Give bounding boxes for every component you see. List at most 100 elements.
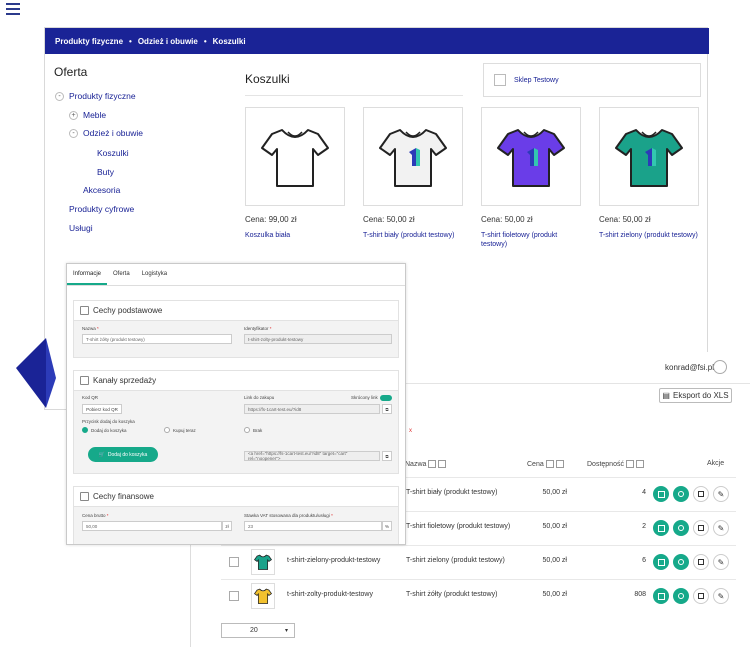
edit-icon[interactable]: ✎ xyxy=(713,554,729,570)
tab-logistyka[interactable]: Logistyka xyxy=(136,264,173,285)
short-link-toggle[interactable] xyxy=(380,395,392,401)
tab-oferta[interactable]: Oferta xyxy=(107,264,136,285)
add-to-cart-button[interactable]: 🛒 Dodaj do koszyka xyxy=(88,447,158,462)
edit-icon[interactable]: ✎ xyxy=(713,486,729,502)
breadcrumb-item[interactable]: Produkty fizyczne xyxy=(55,37,123,46)
table-row[interactable]: t-shirt-zielony-produkt-testowy T-shirt … xyxy=(221,545,736,579)
gross-price-field[interactable]: 50,00 xyxy=(82,521,222,531)
product-card[interactable]: Cena: 50,00 zł T-shirt zielony (produkt … xyxy=(599,107,699,240)
edit-icon[interactable]: ✎ xyxy=(713,588,729,604)
name-field[interactable]: T-shirt żółty (produkt testowy) xyxy=(82,334,232,344)
collapse-icon[interactable]: - xyxy=(55,91,64,101)
tshirt-icon xyxy=(615,128,683,187)
radio-add-to-cart[interactable]: Dodaj do koszyka xyxy=(82,427,127,433)
copy-icon[interactable] xyxy=(693,520,709,536)
export-xls-button[interactable]: ▤ Eksport do XLS xyxy=(659,388,732,403)
breadcrumb-item[interactable]: Odzież i obuwie xyxy=(138,37,198,46)
embed-code-field[interactable]: <a href="https://fs-1cart-test.eu/?id8" … xyxy=(244,451,380,461)
link-icon[interactable] xyxy=(673,554,689,570)
copy-icon[interactable]: ⧉ xyxy=(382,451,392,461)
product-card[interactable]: Cena: 50,00 zł T-shirt fioletowy (produk… xyxy=(481,107,581,249)
link-icon[interactable] xyxy=(673,520,689,536)
sidebar-item-label: Buty xyxy=(97,167,115,177)
card-header: Cechy podstawowe xyxy=(74,301,398,321)
copy-icon[interactable] xyxy=(693,486,709,502)
sort-icon[interactable] xyxy=(545,460,554,468)
product-name[interactable]: Koszulka biała xyxy=(245,231,345,240)
decorative-shape xyxy=(16,338,56,408)
link-icon[interactable] xyxy=(673,588,689,604)
sidebar-item-uslugi[interactable]: Usługi xyxy=(69,223,93,233)
vat-field[interactable]: 23 xyxy=(244,521,382,531)
breadcrumb-item[interactable]: Koszulki xyxy=(213,37,246,46)
qr-code-icon[interactable] xyxy=(653,554,669,570)
table-row[interactable]: t-shirt-zolty-produkt-testowy T-shirt żó… xyxy=(221,579,736,613)
sidebar-item-produkty-fizyczne[interactable]: - Produkty fizyczne xyxy=(55,91,136,101)
sort-icon[interactable] xyxy=(625,460,634,468)
product-name[interactable]: T-shirt zielony (produkt testowy) xyxy=(599,231,699,240)
qr-code-icon[interactable] xyxy=(653,588,669,604)
vat-label: Stawka VAT stosowana dla produktu/usługi… xyxy=(244,513,333,518)
sidebar-item-odziez[interactable]: - Odzież i obuwie xyxy=(69,128,143,138)
column-header-stock[interactable]: Dostępność xyxy=(587,460,644,468)
expand-icon[interactable]: + xyxy=(69,110,78,120)
product-image[interactable] xyxy=(363,107,463,206)
tab-informacje[interactable]: Informacje xyxy=(67,264,108,285)
card-header: Cechy finansowe xyxy=(74,487,398,507)
qr-code-icon[interactable] xyxy=(653,520,669,536)
radio-checked-icon xyxy=(82,427,88,433)
radio-icon xyxy=(244,427,250,433)
breadcrumb-separator: • xyxy=(203,36,207,46)
sidebar-item-akcesoria[interactable]: Akcesoria xyxy=(83,185,120,195)
product-card[interactable]: Cena: 99,00 zł Koszulka biała xyxy=(245,107,345,240)
purchase-link-field[interactable]: https://fs-1cart-test.eu/?id8 xyxy=(244,404,380,414)
clear-filter-icon[interactable]: x xyxy=(409,428,412,434)
sort-icon[interactable] xyxy=(428,460,437,468)
gross-price-label: Cena brutto * xyxy=(82,513,109,518)
sort-icon[interactable] xyxy=(635,460,644,468)
tag-icon xyxy=(80,492,89,501)
product-name[interactable]: T-shirt biały (produkt testowy) xyxy=(363,231,463,240)
product-name[interactable]: T-shirt fioletowy (produkt testowy) xyxy=(481,231,581,249)
basic-features-card: Cechy podstawowe Nazwa * T-shirt żółty (… xyxy=(73,300,399,358)
store-selector[interactable]: Sklep Testowy xyxy=(483,63,701,97)
row-checkbox[interactable] xyxy=(229,591,239,601)
copy-icon[interactable] xyxy=(693,588,709,604)
edit-icon[interactable]: ✎ xyxy=(713,520,729,536)
product-image[interactable] xyxy=(599,107,699,206)
page-size-select[interactable]: 20 ▾ xyxy=(221,623,295,638)
row-thumbnail[interactable] xyxy=(251,549,275,575)
row-checkbox[interactable] xyxy=(229,557,239,567)
sort-icon[interactable] xyxy=(555,460,564,468)
download-qr-button[interactable]: Pobierz kod QR xyxy=(82,404,122,414)
row-stock: 808 xyxy=(634,591,646,598)
column-header-price[interactable]: Cena xyxy=(527,460,564,468)
row-slug: t-shirt-zielony-produkt-testowy xyxy=(287,557,381,564)
copy-icon[interactable]: ⧉ xyxy=(382,404,392,414)
radio-icon xyxy=(164,427,170,433)
qr-code-icon[interactable] xyxy=(653,486,669,502)
user-email[interactable]: konrad@fsi.pl xyxy=(665,363,714,372)
sidebar-item-buty[interactable]: Buty xyxy=(97,167,114,177)
sidebar-item-koszulki[interactable]: Koszulki xyxy=(97,148,129,158)
row-thumbnail[interactable] xyxy=(251,583,275,609)
radio-buy-now[interactable]: Kupuj teraz xyxy=(164,427,196,433)
sidebar-item-meble[interactable]: + Meble xyxy=(69,110,106,120)
link-label: Link do zakupu xyxy=(244,395,275,400)
card-header: Kanały sprzedaży xyxy=(74,371,398,391)
product-image[interactable] xyxy=(481,107,581,206)
store-icon xyxy=(494,74,506,86)
sort-icon[interactable] xyxy=(438,460,447,468)
product-image[interactable] xyxy=(245,107,345,206)
collapse-icon[interactable]: - xyxy=(69,128,78,138)
link-icon[interactable] xyxy=(673,486,689,502)
product-card[interactable]: Cena: 50,00 zł T-shirt biały (produkt te… xyxy=(363,107,463,240)
copy-icon[interactable] xyxy=(693,554,709,570)
radio-none[interactable]: Brak xyxy=(244,427,262,433)
tshirt-icon xyxy=(497,128,565,187)
sidebar-item-produkty-cyfrowe[interactable]: Produkty cyfrowe xyxy=(69,204,134,214)
menu-icon[interactable] xyxy=(6,3,20,15)
short-link-label: Skrócony link xyxy=(351,395,378,400)
user-icon[interactable] xyxy=(713,360,727,374)
column-header-name[interactable]: Nazwa xyxy=(405,460,447,468)
